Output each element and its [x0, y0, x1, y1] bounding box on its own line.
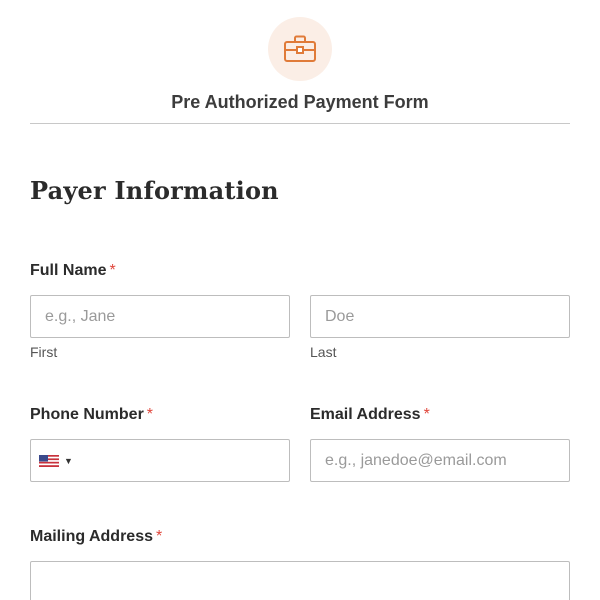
email-address-label: Email Address * [310, 406, 430, 424]
email-address-field[interactable] [310, 439, 570, 482]
briefcase-icon [284, 35, 316, 62]
last-name-input[interactable] [325, 307, 555, 326]
phone-number-field[interactable]: ▼ [30, 439, 290, 482]
last-name-sublabel: Last [310, 344, 337, 360]
required-asterisk: * [109, 262, 116, 279]
mailing-address-label: Mailing Address * [30, 528, 162, 546]
header-divider [30, 123, 570, 124]
mailing-address-input[interactable] [45, 582, 555, 600]
section-title: Payer Information [30, 176, 279, 205]
first-name-field[interactable] [30, 295, 290, 338]
mailing-address-field[interactable] [30, 561, 570, 600]
country-code-selector[interactable]: ▼ [39, 454, 73, 467]
full-name-label-text: Full Name [30, 262, 107, 279]
first-name-sublabel: First [30, 344, 58, 360]
form-title: Pre Authorized Payment Form [171, 92, 429, 112]
required-asterisk: * [146, 406, 154, 423]
email-address-label-text: Email Address [310, 406, 421, 423]
required-asterisk: * [423, 406, 430, 423]
phone-number-label-text: Phone Number [30, 406, 144, 423]
last-name-field[interactable] [310, 295, 570, 338]
phone-number-label: Phone Number * [30, 406, 153, 424]
header-icon-circle [268, 17, 332, 81]
email-address-input[interactable] [325, 451, 555, 470]
full-name-label: Full Name * [30, 262, 116, 280]
required-asterisk: * [155, 528, 163, 545]
first-name-input[interactable] [45, 307, 275, 326]
phone-number-input[interactable] [80, 451, 275, 470]
chevron-down-icon: ▼ [64, 455, 73, 466]
us-flag-icon [39, 454, 59, 467]
mailing-address-label-text: Mailing Address [30, 528, 153, 545]
